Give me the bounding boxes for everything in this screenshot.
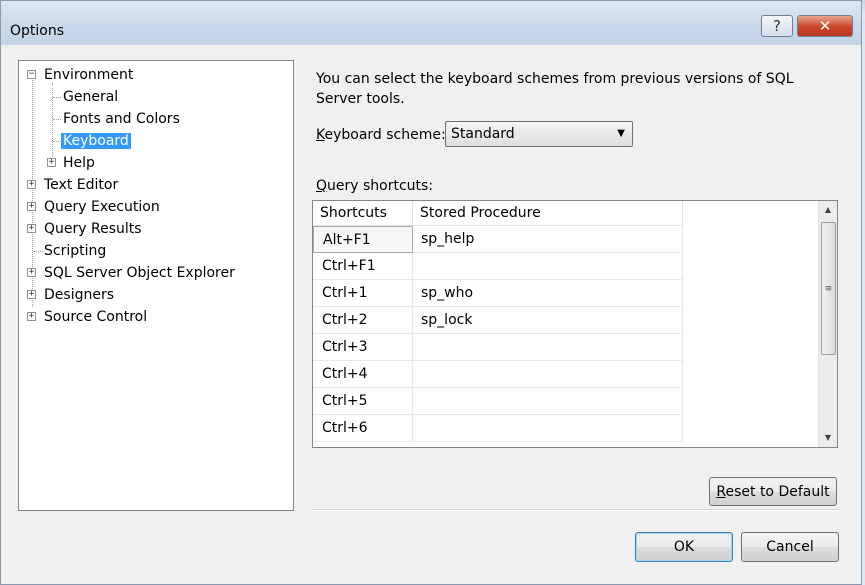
- procedure-cell[interactable]: sp_help: [413, 226, 683, 253]
- shortcut-cell: Ctrl+F1: [313, 253, 413, 280]
- ok-button[interactable]: OK: [635, 532, 733, 562]
- procedure-cell[interactable]: sp_lock: [413, 307, 683, 334]
- separator: [312, 509, 838, 511]
- tree-item-label: Scripting: [44, 243, 107, 259]
- tree-item-label: Fonts and Colors: [63, 111, 180, 127]
- reset-to-default-button[interactable]: Reset to Default: [709, 477, 837, 506]
- grid-viewport: Shortcuts Stored Procedure Alt+F1 sp_hel…: [313, 201, 819, 447]
- shortcut-cell: Ctrl+5: [313, 388, 413, 415]
- table-row[interactable]: Ctrl+F1: [313, 253, 683, 280]
- tree-connector: [33, 251, 43, 252]
- tree-connector: [53, 119, 61, 120]
- shortcut-cell: Ctrl+4: [313, 361, 413, 388]
- label-text: uery shortcuts:: [327, 178, 434, 194]
- procedure-cell[interactable]: [413, 334, 683, 361]
- tree-item-keyboard[interactable]: Keyboard: [61, 132, 131, 150]
- expand-icon[interactable]: +: [27, 202, 36, 211]
- tree-item-label: Source Control: [44, 309, 148, 325]
- help-icon: ?: [773, 17, 781, 35]
- label-text: eyboard scheme:: [324, 127, 446, 143]
- close-button[interactable]: ✕: [797, 15, 853, 37]
- tree-item-label: Designers: [44, 287, 114, 303]
- keyboard-scheme-select[interactable]: Standard ▼: [445, 121, 633, 147]
- vertical-scrollbar[interactable]: ▲ ≡ ▼: [818, 201, 837, 447]
- options-dialog: Options ? ✕ − Environment General Fonts …: [0, 0, 862, 585]
- keyboard-scheme-label: Keyboard scheme:: [316, 127, 446, 143]
- close-icon: ✕: [818, 17, 832, 35]
- tree-item-label: Keyboard: [61, 133, 131, 149]
- shortcut-cell: Ctrl+3: [313, 334, 413, 361]
- scroll-down-icon[interactable]: ▼: [819, 429, 837, 447]
- shortcut-cell: Ctrl+2: [313, 307, 413, 334]
- expand-icon[interactable]: +: [47, 158, 56, 167]
- tree-item-label: Text Editor: [44, 177, 119, 193]
- expand-icon[interactable]: +: [27, 312, 36, 321]
- tree-item-label: Query Execution: [44, 199, 160, 215]
- scroll-thumb[interactable]: ≡: [821, 222, 836, 355]
- tree-item-label: Query Results: [44, 221, 142, 237]
- expand-icon[interactable]: +: [27, 224, 36, 233]
- table-row[interactable]: Ctrl+2 sp_lock: [313, 307, 683, 334]
- procedure-cell[interactable]: [413, 388, 683, 415]
- table-row[interactable]: Ctrl+1 sp_who: [313, 280, 683, 307]
- button-label: eset to Default: [725, 484, 830, 500]
- table-row[interactable]: Ctrl+6: [313, 415, 683, 442]
- column-header-stored-procedure[interactable]: Stored Procedure: [413, 201, 683, 226]
- table-row[interactable]: Ctrl+3: [313, 334, 683, 361]
- tree-item-label: Help: [63, 155, 95, 171]
- expand-icon[interactable]: +: [27, 290, 36, 299]
- keyboard-description: You can select the keyboard schemes from…: [316, 71, 794, 107]
- scroll-up-icon[interactable]: ▲: [819, 201, 837, 219]
- help-button[interactable]: ?: [761, 15, 793, 37]
- query-shortcuts-grid[interactable]: Shortcuts Stored Procedure Alt+F1 sp_hel…: [312, 200, 838, 448]
- options-tree[interactable]: − Environment General Fonts and Colors K…: [18, 60, 294, 511]
- dialog-content: − Environment General Fonts and Colors K…: [1, 45, 861, 584]
- procedure-cell[interactable]: sp_who: [413, 280, 683, 307]
- shortcut-cell: Ctrl+1: [313, 280, 413, 307]
- tree-item-general[interactable]: General: [63, 88, 118, 106]
- procedure-cell[interactable]: [413, 415, 683, 442]
- expand-icon[interactable]: +: [27, 180, 36, 189]
- tree-item-label: SQL Server Object Explorer: [44, 265, 235, 281]
- collapse-icon[interactable]: −: [27, 70, 36, 79]
- tree-line-environment: [52, 83, 53, 161]
- procedure-cell[interactable]: [413, 253, 683, 280]
- table-row[interactable]: Ctrl+4: [313, 361, 683, 388]
- window-title: Options: [10, 23, 65, 39]
- table-row[interactable]: Ctrl+5: [313, 388, 683, 415]
- column-header-shortcuts[interactable]: Shortcuts: [313, 201, 413, 226]
- shortcut-cell: Ctrl+6: [313, 415, 413, 442]
- shortcut-cell: Alt+F1: [313, 226, 413, 253]
- cancel-button[interactable]: Cancel: [741, 532, 839, 562]
- title-bar: Options ? ✕: [1, 1, 861, 45]
- tree-item-label: Environment: [44, 67, 134, 83]
- tree-connector: [53, 97, 61, 98]
- procedure-cell[interactable]: [413, 361, 683, 388]
- tree-connector: [53, 141, 61, 142]
- table-row[interactable]: Alt+F1 sp_help: [313, 226, 683, 253]
- query-shortcuts-label: Query shortcuts:: [316, 178, 433, 194]
- tree-item-fonts-and-colors[interactable]: Fonts and Colors: [63, 110, 180, 128]
- access-key: Q: [316, 178, 328, 194]
- expand-icon[interactable]: +: [27, 268, 36, 277]
- selected-value: Standard: [451, 126, 515, 142]
- tree-item-label: General: [63, 89, 119, 105]
- dropdown-arrow-icon: ▼: [617, 128, 625, 139]
- tree-item-scripting[interactable]: Scripting: [44, 242, 106, 260]
